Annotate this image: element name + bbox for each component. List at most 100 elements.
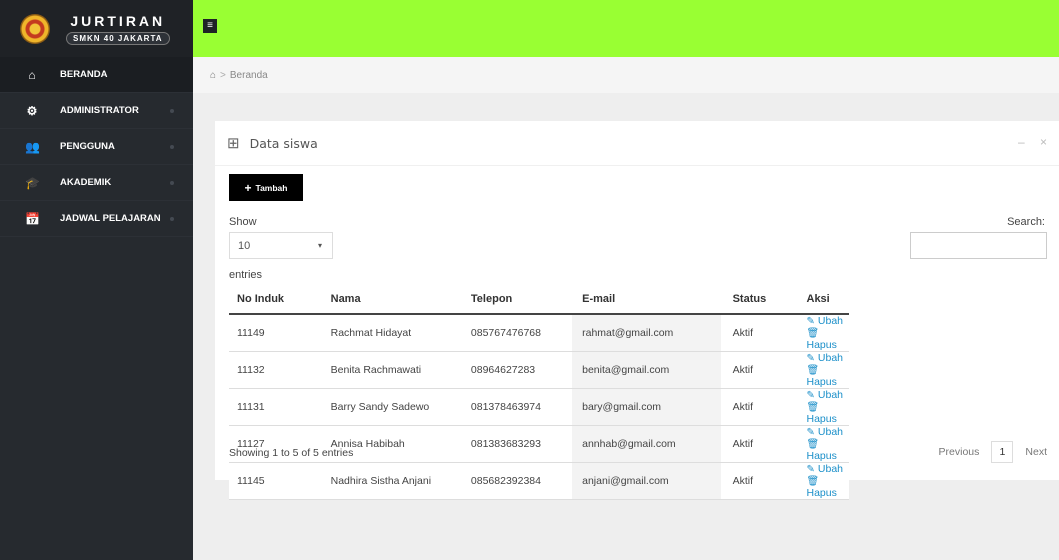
panel-title: Data siswa [249,135,318,151]
next-button[interactable]: Next [1025,446,1047,458]
pagination: Previous 1 Next [939,441,1047,463]
column-header[interactable]: Nama [313,285,457,315]
sidebar-item-beranda[interactable]: ⌂ BERANDA [0,57,193,93]
entries-length-value: 10 [238,239,251,252]
add-button[interactable]: + Tambah [229,174,303,201]
panel-header: ⊞ Data siswa [215,121,1059,166]
gear-icon: ⚙ [26,103,38,118]
edit-label: Ubah [817,389,843,401]
expand-dot-icon [170,109,174,113]
hamburger-icon: ≡ [207,20,213,31]
status-cell: Aktif [720,314,793,352]
table-row: 11149 Rachmat Hidayat 085767476768 rahma… [229,314,849,352]
table-row: 11145 Nadhira Sistha Anjani 085682392384… [229,462,849,500]
delete-link[interactable]: 🗑Hapus [807,438,837,462]
edit-icon: ✎ [806,390,815,401]
aksi-cell: ✎ Ubah 🗑Hapus [792,351,849,389]
edit-link[interactable]: ✎ Ubah [807,463,844,475]
delete-link[interactable]: 🗑Hapus [807,475,837,499]
data-siswa-panel: ⊞ Data siswa – × + Tambah Show 10 ▾ entr… [215,121,1059,500]
aksi-cell: ✎ Ubah 🗑Hapus [792,314,849,352]
delete-link[interactable]: 🗑Hapus [807,364,837,388]
delete-link[interactable]: 🗑Hapus [807,401,837,425]
edit-icon: ✎ [806,464,815,475]
entries-length-select[interactable]: 10 ▾ [229,232,333,259]
delete-label: Hapus [806,487,837,499]
delete-link[interactable]: 🗑Hapus [807,327,837,351]
trash-icon: 🗑 [806,476,820,487]
trash-icon: 🗑 [806,328,820,339]
sidebar-item-akademik[interactable]: 🎓 AKADEMIK [0,165,193,201]
grid-icon: ⊞ [227,135,240,152]
no-induk-cell: 11145 [229,462,314,500]
telepon-cell: 081378463974 [456,388,573,426]
search-input[interactable] [910,232,1047,259]
trash-icon: 🗑 [806,365,820,376]
table-row: 11131 Barry Sandy Sadewo 081378463974 ba… [229,388,849,426]
search-label: Search: [1007,216,1045,228]
column-header[interactable]: Telepon [456,285,573,315]
nama-cell: Benita Rachmawati [313,351,457,389]
aksi-cell: ✎ Ubah 🗑Hapus [792,425,849,463]
add-button-label: Tambah [255,182,288,193]
email-cell: benita@gmail.com [572,351,721,389]
close-icon[interactable]: × [1040,135,1047,149]
nama-cell: Rachmat Hidayat [313,314,457,352]
edit-icon: ✎ [806,427,815,438]
sidebar-item-label: PENGGUNA [60,141,115,152]
no-induk-cell: 11131 [229,388,314,426]
breadcrumb: ⌂ > Beranda [193,57,1059,93]
brand[interactable]: JURTIRAN SMKN 40 JAKARTA [0,0,193,57]
breadcrumb-separator: > [220,69,226,81]
trash-icon: 🗑 [806,439,820,450]
sidebar-item-label: JADWAL PELAJARAN [60,213,161,224]
column-header[interactable]: E-mail [572,285,721,315]
sidebar-item-jadwal-pelajaran[interactable]: 📅 JADWAL PELAJARAN [0,201,193,237]
edit-label: Ubah [817,463,843,475]
column-header: Aksi [792,285,849,315]
edit-label: Ubah [817,352,843,364]
breadcrumb-current[interactable]: Beranda [230,70,268,81]
table-header-row: No Induk Nama Telepon E-mail Status Aksi [229,285,849,315]
status-cell: Aktif [720,462,793,500]
home-icon[interactable]: ⌂ [210,70,216,81]
telepon-cell: 085767476768 [456,314,573,352]
brand-text: JURTIRAN SMKN 40 JAKARTA [66,13,170,45]
sidebar-menu: ⌂ BERANDA ⚙ ADMINISTRATOR 👥 PENGGUNA 🎓 A… [0,57,193,237]
nama-cell: Nadhira Sistha Anjani [313,462,457,500]
previous-button[interactable]: Previous [939,446,980,458]
aksi-cell: ✎ Ubah 🗑Hapus [792,388,849,426]
siswa-table: No Induk Nama Telepon E-mail Status Aksi… [229,285,849,500]
sidebar-item-label: ADMINISTRATOR [60,105,139,116]
edit-link[interactable]: ✎ Ubah [807,315,844,327]
brand-subtitle: SMKN 40 JAKARTA [66,31,170,45]
email-cell: bary@gmail.com [572,388,721,426]
page-1-button[interactable]: 1 [991,441,1014,463]
edit-icon: ✎ [806,353,815,364]
minimize-icon[interactable]: – [1018,135,1025,149]
expand-dot-icon [170,181,174,185]
email-cell: annhab@gmail.com [572,425,721,463]
brand-title: JURTIRAN [70,12,166,29]
no-induk-cell: 11132 [229,351,314,389]
status-cell: Aktif [720,425,793,463]
sidebar-toggle-button[interactable]: ≡ [203,19,217,33]
expand-dot-icon [170,145,174,149]
sidebar-item-label: BERANDA [60,69,108,80]
status-cell: Aktif [720,388,793,426]
topbar: ≡ [193,0,1059,57]
sidebar-item-pengguna[interactable]: 👥 PENGGUNA [0,129,193,165]
telepon-cell: 081383683293 [456,425,573,463]
school-logo [20,13,50,44]
sidebar-item-administrator[interactable]: ⚙ ADMINISTRATOR [0,93,193,129]
telepon-cell: 08964627283 [456,351,573,389]
column-header[interactable]: Status [720,285,793,315]
column-header[interactable]: No Induk [229,285,314,315]
edit-link[interactable]: ✎ Ubah [807,426,844,438]
email-cell: anjani@gmail.com [572,462,721,500]
chevron-down-icon: ▾ [317,241,322,250]
edit-link[interactable]: ✎ Ubah [807,389,844,401]
edit-link[interactable]: ✎ Ubah [807,352,844,364]
delete-label: Hapus [806,339,837,351]
aksi-cell: ✎ Ubah 🗑Hapus [792,462,849,500]
